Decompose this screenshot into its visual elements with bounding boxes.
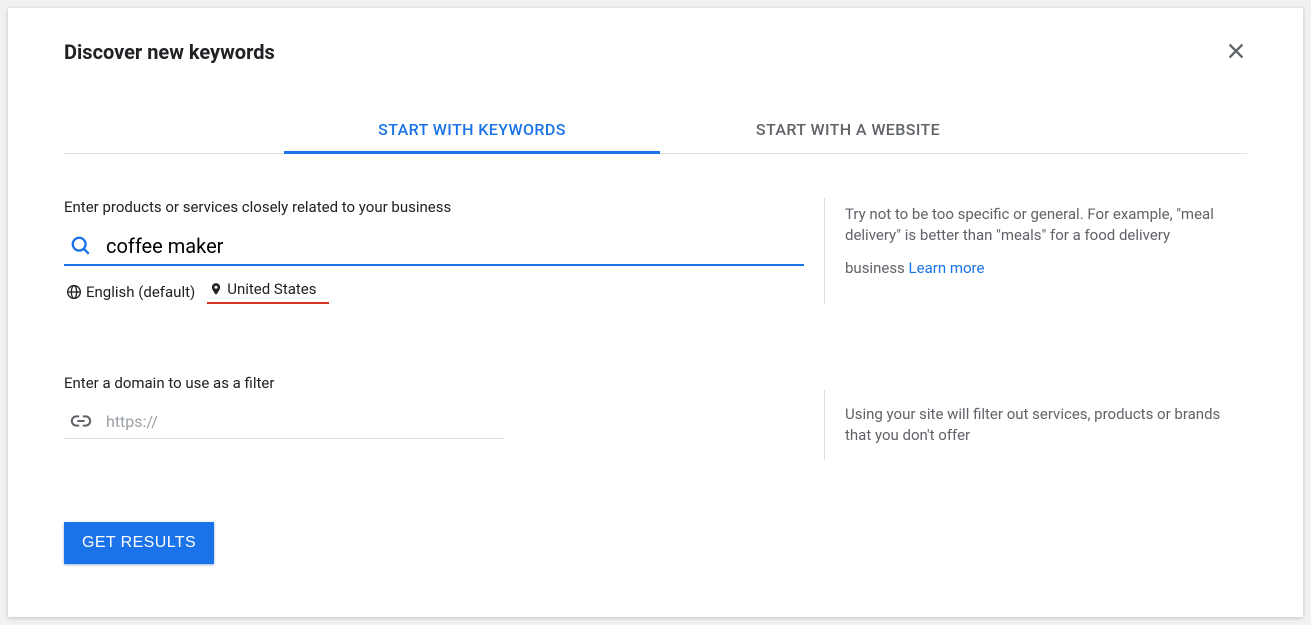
learn-more-link[interactable]: Learn more bbox=[909, 258, 985, 279]
get-results-button[interactable]: GET RESULTS bbox=[64, 522, 214, 564]
domain-section: Enter a domain to use as a filter Using … bbox=[64, 374, 1247, 460]
globe-icon bbox=[66, 284, 82, 300]
domain-section-main: Enter a domain to use as a filter bbox=[64, 374, 804, 460]
domain-input-label: Enter a domain to use as a filter bbox=[64, 374, 804, 392]
search-icon bbox=[70, 235, 92, 257]
keyword-section-main: Enter products or services closely relat… bbox=[64, 198, 804, 304]
close-icon[interactable] bbox=[1225, 40, 1247, 62]
location-pin-icon bbox=[209, 281, 223, 297]
targeting-meta: English (default) United States bbox=[64, 280, 804, 304]
page-title: Discover new keywords bbox=[64, 40, 275, 64]
domain-hint: Using your site will filter out services… bbox=[824, 390, 1236, 460]
keyword-hint-text: Try not to be too specific or general. F… bbox=[845, 205, 1214, 277]
keyword-section: Enter products or services closely relat… bbox=[64, 198, 1247, 304]
domain-input[interactable] bbox=[106, 412, 500, 431]
link-icon bbox=[70, 410, 92, 432]
location-selector[interactable]: United States bbox=[207, 280, 328, 304]
tab-website[interactable]: START WITH A WEBSITE bbox=[660, 108, 1036, 153]
domain-hint-text: Using your site will filter out services… bbox=[845, 405, 1220, 444]
panel-header: Discover new keywords bbox=[64, 40, 1247, 64]
domain-input-wrap[interactable] bbox=[64, 410, 504, 439]
language-value: English (default) bbox=[86, 283, 195, 301]
tab-keywords[interactable]: START WITH KEYWORDS bbox=[284, 108, 660, 153]
tab-bar: START WITH KEYWORDS START WITH A WEBSITE bbox=[64, 108, 1247, 154]
location-value: United States bbox=[227, 280, 316, 298]
keyword-input[interactable] bbox=[106, 234, 800, 258]
keyword-input-label: Enter products or services closely relat… bbox=[64, 198, 804, 216]
keyword-hint: Try not to be too specific or general. F… bbox=[824, 198, 1236, 304]
keyword-input-wrap[interactable] bbox=[64, 234, 804, 266]
keyword-planner-panel: Discover new keywords START WITH KEYWORD… bbox=[8, 8, 1303, 617]
language-selector[interactable]: English (default) bbox=[64, 283, 197, 301]
